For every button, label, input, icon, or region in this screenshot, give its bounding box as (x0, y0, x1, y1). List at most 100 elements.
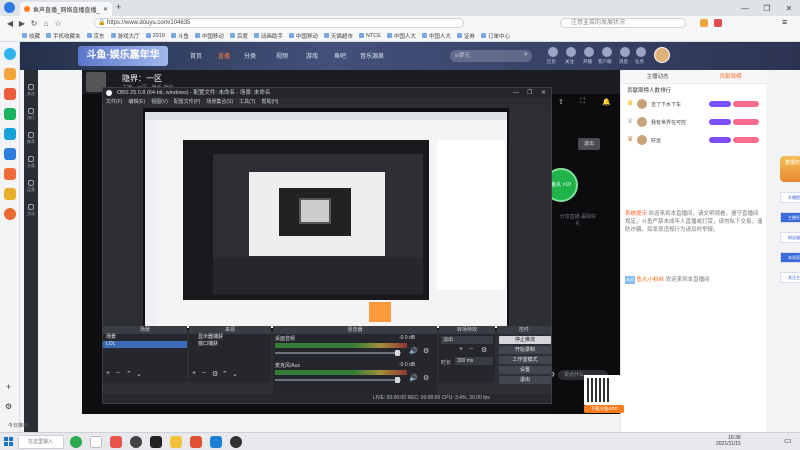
sidebar-item-ops[interactable]: 运营 (24, 180, 38, 193)
sidebar-settings-icon[interactable]: ⚙ (5, 402, 12, 411)
sidebar-app-icon[interactable] (4, 188, 16, 200)
address-bar[interactable]: 🔒 https://www.douyu.com/104635 (94, 18, 464, 28)
down-icon[interactable]: ⌄ (232, 370, 238, 378)
bookmark-item[interactable]: 中国人大 (386, 32, 416, 40)
source-item[interactable]: 窗口捕获 (189, 341, 271, 348)
site-logo[interactable]: 斗鱼·娱乐嘉年华 (78, 46, 168, 66)
nav-game[interactable]: 游戏 (306, 51, 318, 60)
tab-weekly-rank[interactable]: 贡献周榜 (694, 70, 767, 83)
bookmark-item[interactable]: 天猫超市 (323, 32, 353, 40)
sidebar-app-icon[interactable] (4, 208, 16, 220)
app-icon[interactable] (230, 436, 242, 448)
bookmark-item[interactable]: 订单中心 (480, 32, 510, 40)
float-card[interactable]: 本场直播 (780, 252, 800, 263)
stop-streaming-button[interactable]: 停止推流 (499, 336, 551, 344)
system-clock[interactable]: 16:38 2021/11/15 (716, 435, 741, 447)
up-icon[interactable]: ⌃ (222, 370, 228, 378)
gear-icon[interactable]: ⚙ (423, 374, 429, 382)
close-window-button[interactable]: ✕ (778, 0, 800, 16)
app-icon[interactable] (190, 436, 202, 448)
volume-slider[interactable] (275, 377, 401, 383)
user-avatar[interactable] (654, 47, 670, 63)
header-search-input[interactable]: w梦元 (450, 50, 532, 62)
minimize-button[interactable]: — (734, 0, 756, 16)
new-tab-button[interactable]: + (116, 2, 121, 12)
sidebar-app-icon[interactable] (4, 88, 16, 100)
bookmark-item[interactable]: 中国移动 (194, 32, 224, 40)
obs-preview[interactable] (143, 108, 509, 330)
menu-file[interactable]: 文件(F) (106, 98, 122, 107)
maximize-button[interactable]: ❐ (756, 0, 778, 16)
sidebar-app-icon[interactable] (4, 168, 16, 180)
add-icon[interactable]: + (192, 370, 196, 377)
app-icon[interactable] (130, 436, 142, 448)
browser-tab-active[interactable]: 鱼声直播_网络直播直播_斗鱼直播 ✕ (20, 2, 112, 16)
float-card[interactable]: 开播提醒 (780, 192, 800, 203)
follow-icon[interactable] (566, 47, 576, 57)
float-card[interactable]: 关注主播 (780, 272, 800, 283)
sidebar-app-icon[interactable] (4, 108, 16, 120)
remove-icon[interactable]: − (202, 370, 206, 377)
remove-icon[interactable]: − (469, 346, 473, 353)
menu-edit[interactable]: 编辑(E) (128, 98, 145, 107)
history-icon[interactable] (548, 47, 558, 57)
sidebar-app-icon[interactable] (4, 148, 16, 160)
menu-help[interactable]: 帮助(H) (261, 98, 278, 107)
back-arrow-icon[interactable]: ◀ (4, 19, 16, 28)
menu-view[interactable]: 视图(V) (151, 98, 168, 107)
extension-icon[interactable] (714, 19, 722, 27)
start-button[interactable] (4, 437, 14, 447)
bookmark-item[interactable]: 中国移动 (288, 32, 318, 40)
add-icon[interactable]: + (106, 370, 110, 377)
app-icon[interactable] (90, 436, 102, 448)
speaker-icon[interactable]: 🔊 (409, 347, 418, 355)
fullscreen-icon[interactable]: ⛶ (580, 98, 585, 106)
sidebar-item-recommend[interactable]: 推荐 (24, 132, 38, 145)
bookmark-item[interactable]: 动画助手 (253, 32, 283, 40)
menu-tools[interactable]: 工具(T) (239, 98, 255, 107)
bookmark-item[interactable]: 中国人大 (421, 32, 451, 40)
download-app-button[interactable]: 下载斗鱼APP (584, 405, 624, 413)
settings-icon[interactable]: ⚙ (212, 370, 218, 378)
sidebar-item-rank[interactable]: 排行 (24, 108, 38, 121)
settings-button[interactable]: 设置 (499, 366, 551, 374)
studio-mode-button[interactable]: 工作室模式 (499, 356, 551, 364)
up-icon[interactable]: ⌃ (126, 370, 132, 378)
sidebar-app-icon[interactable] (4, 48, 16, 60)
app-icon[interactable] (110, 436, 122, 448)
scene-item[interactable]: 场景 (103, 334, 187, 341)
gear-icon[interactable]: ⚙ (423, 347, 429, 355)
bookmark-item[interactable]: 证券 (456, 32, 475, 40)
taskbar-search[interactable]: 在这里输入 (18, 435, 64, 449)
gear-icon[interactable]: ⚙ (481, 346, 487, 354)
exit-button[interactable]: 退出 (578, 138, 600, 150)
nav-music[interactable]: 音乐源泉 (360, 51, 384, 60)
nav-category[interactable]: 分类 (244, 51, 256, 60)
scene-item[interactable]: LOL (103, 341, 187, 348)
nav-video[interactable]: 视频 (276, 51, 288, 60)
nav-home[interactable]: 首页 (190, 51, 202, 60)
app-icon[interactable] (170, 436, 182, 448)
bookmark-item[interactable]: 手机收藏夹 (46, 32, 81, 40)
forward-arrow-icon[interactable]: ▶ (16, 19, 28, 28)
menu-icon[interactable]: ≡ (782, 17, 787, 27)
obs-close-button[interactable]: ✕ (541, 88, 546, 98)
client-icon[interactable] (602, 47, 612, 57)
bookmark-item[interactable]: 百度 (229, 32, 248, 40)
exit-button[interactable]: 退出 (499, 376, 551, 384)
tab-anchor-feed[interactable]: 主播动态 (621, 70, 694, 83)
sidebar-item-follow[interactable]: 关注 (24, 84, 38, 97)
bookmark-item[interactable]: 京东 (86, 32, 105, 40)
home-icon[interactable]: ⌂ (40, 19, 52, 28)
obs-minimize-button[interactable]: — (513, 88, 519, 98)
tab-close-icon[interactable]: ✕ (103, 6, 108, 13)
sidebar-item-category[interactable]: 分类 (24, 156, 38, 169)
nav-live[interactable]: 直播 (218, 51, 230, 60)
rank-row[interactable]: ♛ 吉了下水下车 (627, 96, 761, 112)
task-icon[interactable] (636, 47, 646, 57)
obs-maximize-button[interactable]: ❐ (527, 88, 532, 98)
notification-icon[interactable]: ▭ (784, 436, 792, 445)
sidebar-app-icon[interactable] (4, 128, 16, 140)
float-card[interactable]: 主播任务 (780, 212, 800, 223)
share-icon[interactable]: ⇪ (558, 98, 564, 106)
